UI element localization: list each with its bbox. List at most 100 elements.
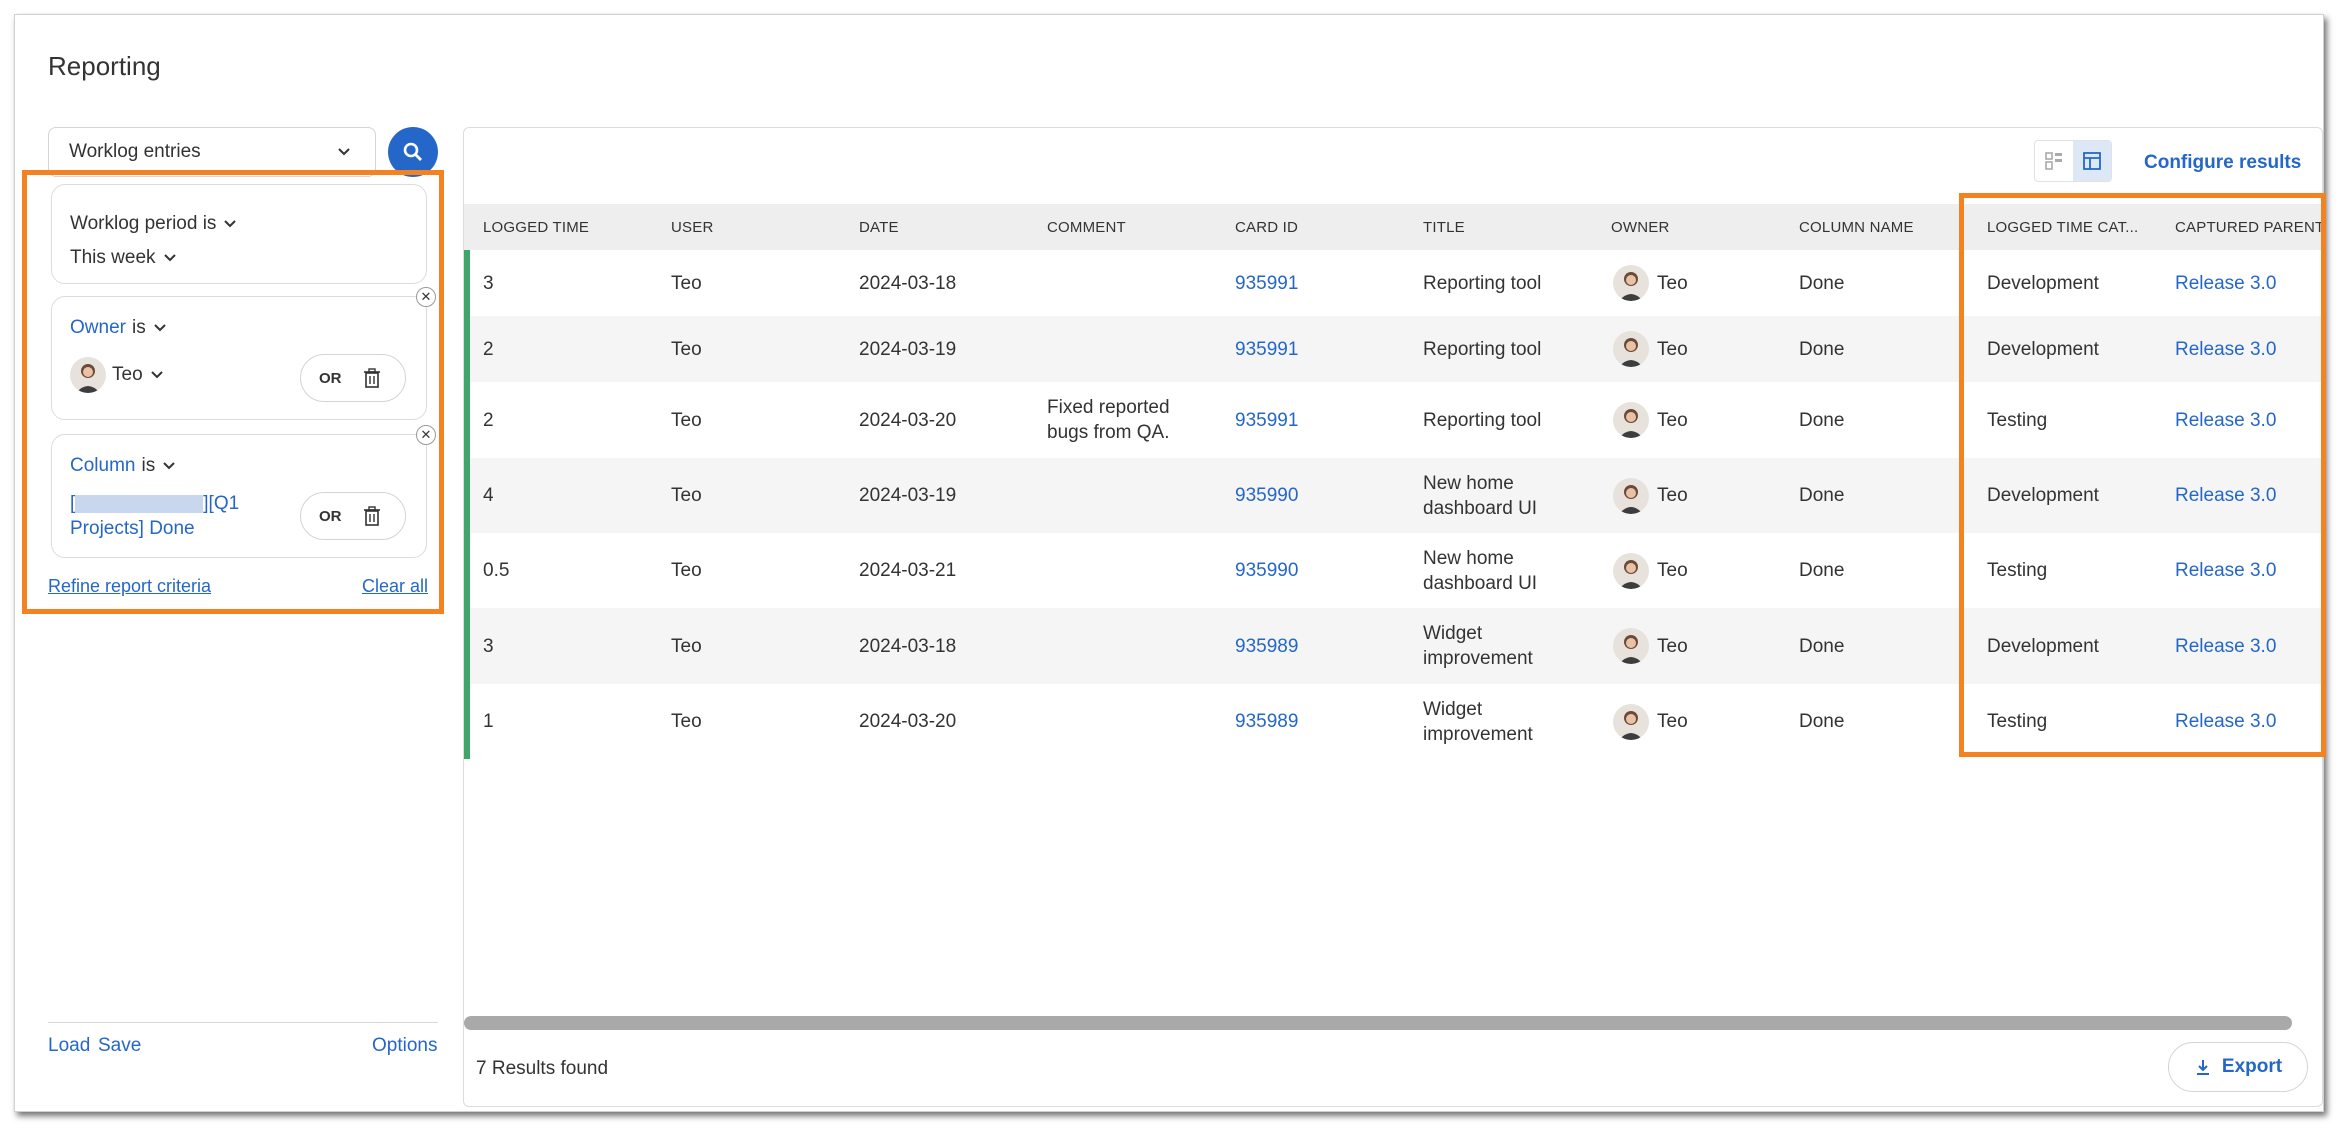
col-header-card-id[interactable]: CARD ID bbox=[1235, 219, 1298, 236]
column-name-cell: Done bbox=[1799, 635, 1845, 657]
export-button[interactable]: Export bbox=[2168, 1042, 2308, 1092]
chevron-down-icon bbox=[163, 254, 176, 262]
owner-filter-field[interactable]: Owner is bbox=[70, 317, 168, 339]
title-cell: New home dashboard UI bbox=[1423, 546, 1537, 596]
view-toggle bbox=[2034, 140, 2112, 182]
refine-criteria-link[interactable]: Refine report criteria bbox=[48, 576, 211, 597]
card-id-link[interactable]: 935989 bbox=[1235, 709, 1298, 734]
row-marker bbox=[464, 533, 470, 608]
trash-icon[interactable] bbox=[363, 368, 381, 388]
or-button[interactable]: OR bbox=[319, 508, 359, 525]
period-filter-value[interactable]: This week bbox=[70, 247, 178, 269]
column-filter-field[interactable]: Column is bbox=[70, 455, 177, 477]
card-id-link[interactable]: 935991 bbox=[1235, 271, 1298, 296]
owner-cell: Teo bbox=[1657, 338, 1688, 360]
owner-op-label: is bbox=[131, 317, 146, 338]
user-cell: Teo bbox=[671, 272, 702, 294]
title-cell-line: New home bbox=[1423, 472, 1514, 494]
card-id-link[interactable]: 935990 bbox=[1235, 558, 1298, 583]
title-cell: Widget improvement bbox=[1423, 697, 1533, 747]
card-id-link[interactable]: 935989 bbox=[1235, 634, 1298, 659]
title-cell: Reporting tool bbox=[1423, 408, 1541, 433]
logged-time-cell: 3 bbox=[483, 272, 494, 294]
download-icon bbox=[2196, 1060, 2209, 1075]
trash-icon[interactable] bbox=[363, 506, 381, 526]
avatar bbox=[1613, 402, 1649, 438]
row-marker bbox=[464, 382, 470, 458]
date-cell: 2024-03-20 bbox=[859, 409, 957, 431]
logged-time-cell: 0.5 bbox=[483, 560, 510, 581]
comment-cell-line: bugs from QA. bbox=[1047, 422, 1170, 443]
owner-cell: Teo bbox=[1657, 485, 1688, 506]
search-icon bbox=[403, 142, 422, 161]
comment-cell: Fixed reported bugs from QA. bbox=[1047, 395, 1170, 445]
configure-results-link[interactable]: Configure results bbox=[2144, 152, 2301, 174]
row-marker bbox=[464, 250, 470, 316]
date-cell: 2024-03-21 bbox=[859, 560, 957, 581]
col-header-user[interactable]: USER bbox=[671, 219, 713, 236]
col-header-date[interactable]: DATE bbox=[859, 219, 899, 236]
row-marker bbox=[464, 608, 470, 684]
owner-field-label: Owner bbox=[70, 317, 126, 338]
filter-owner: ✕ Owner is Teo OR bbox=[51, 287, 436, 420]
remove-filter-button[interactable]: ✕ bbox=[416, 287, 436, 307]
user-cell: Teo bbox=[671, 635, 702, 657]
card-id-link[interactable]: 935991 bbox=[1235, 408, 1298, 433]
app-window: Reporting Worklog entries Worklog period… bbox=[14, 14, 2326, 1112]
user-cell: Teo bbox=[671, 485, 702, 506]
avatar bbox=[1613, 628, 1649, 664]
title-cell: Reporting tool bbox=[1423, 271, 1541, 296]
options-link[interactable]: Options bbox=[372, 1035, 437, 1057]
title-cell-line: Widget bbox=[1423, 698, 1483, 720]
column-filter-value[interactable]: [xxxxxxxxxx][Q1 Projects] Done bbox=[70, 491, 239, 541]
col-header-column-name[interactable]: COLUMN NAME bbox=[1799, 219, 1914, 236]
save-link[interactable]: Save bbox=[98, 1035, 141, 1057]
col-header-title[interactable]: TITLE bbox=[1423, 219, 1465, 236]
title-cell-line: Reporting tool bbox=[1423, 272, 1542, 294]
col-header-comment[interactable]: COMMENT bbox=[1047, 219, 1126, 236]
column-name-cell: Done bbox=[1799, 409, 1845, 431]
board-view-button[interactable] bbox=[2035, 141, 2073, 181]
title-cell-line: Widget bbox=[1423, 623, 1483, 644]
table-view-button[interactable] bbox=[2073, 141, 2111, 181]
period-filter-field[interactable]: Worklog period is bbox=[70, 213, 238, 235]
row-marker bbox=[464, 458, 470, 533]
chevron-down-icon bbox=[224, 220, 237, 228]
load-link[interactable]: Load bbox=[48, 1035, 90, 1057]
divider bbox=[48, 1022, 438, 1023]
date-cell: 2024-03-18 bbox=[859, 635, 957, 657]
page-title: Reporting bbox=[48, 51, 161, 81]
clear-all-link[interactable]: Clear all bbox=[362, 576, 428, 597]
avatar bbox=[1613, 477, 1649, 514]
board-view-icon bbox=[2045, 152, 2062, 170]
owner-filter-value[interactable]: Teo bbox=[70, 357, 165, 393]
user-cell: Teo bbox=[671, 338, 702, 360]
title-cell-line: improvement bbox=[1423, 723, 1533, 745]
column-name-cell: Done bbox=[1799, 711, 1845, 732]
blurred-board-name: xxxxxxxxxx bbox=[75, 494, 204, 513]
card-id-link[interactable]: 935990 bbox=[1235, 483, 1298, 508]
chevron-down-icon bbox=[153, 324, 166, 332]
title-cell-line: dashboard UI bbox=[1423, 497, 1538, 519]
title-cell-line: improvement bbox=[1423, 648, 1533, 669]
col-header-logged-time[interactable]: LOGGED TIME bbox=[483, 219, 589, 236]
or-button[interactable]: OR bbox=[319, 370, 359, 387]
report-type-label: Worklog entries bbox=[69, 141, 201, 162]
avatar bbox=[1613, 331, 1649, 367]
card-id-link[interactable]: 935991 bbox=[1235, 337, 1298, 362]
title-cell-line: dashboard UI bbox=[1423, 572, 1538, 594]
col-header-owner[interactable]: OWNER bbox=[1611, 219, 1670, 236]
column-field-label: Column bbox=[70, 455, 136, 476]
date-cell: 2024-03-19 bbox=[859, 485, 957, 506]
remove-filter-button[interactable]: ✕ bbox=[416, 425, 436, 445]
logged-time-cell: 2 bbox=[483, 409, 494, 431]
owner-cell: Teo bbox=[1657, 560, 1688, 581]
avatar bbox=[1613, 265, 1649, 301]
results-count: 7 Results found bbox=[476, 1058, 609, 1079]
column-op-label: is bbox=[141, 455, 156, 476]
title-cell-line: Reporting tool bbox=[1423, 338, 1542, 360]
avatar bbox=[1613, 552, 1649, 589]
owner-cell: Teo bbox=[1657, 272, 1688, 294]
horizontal-scrollbar[interactable] bbox=[464, 1016, 2292, 1030]
column-name-cell: Done bbox=[1799, 485, 1845, 506]
